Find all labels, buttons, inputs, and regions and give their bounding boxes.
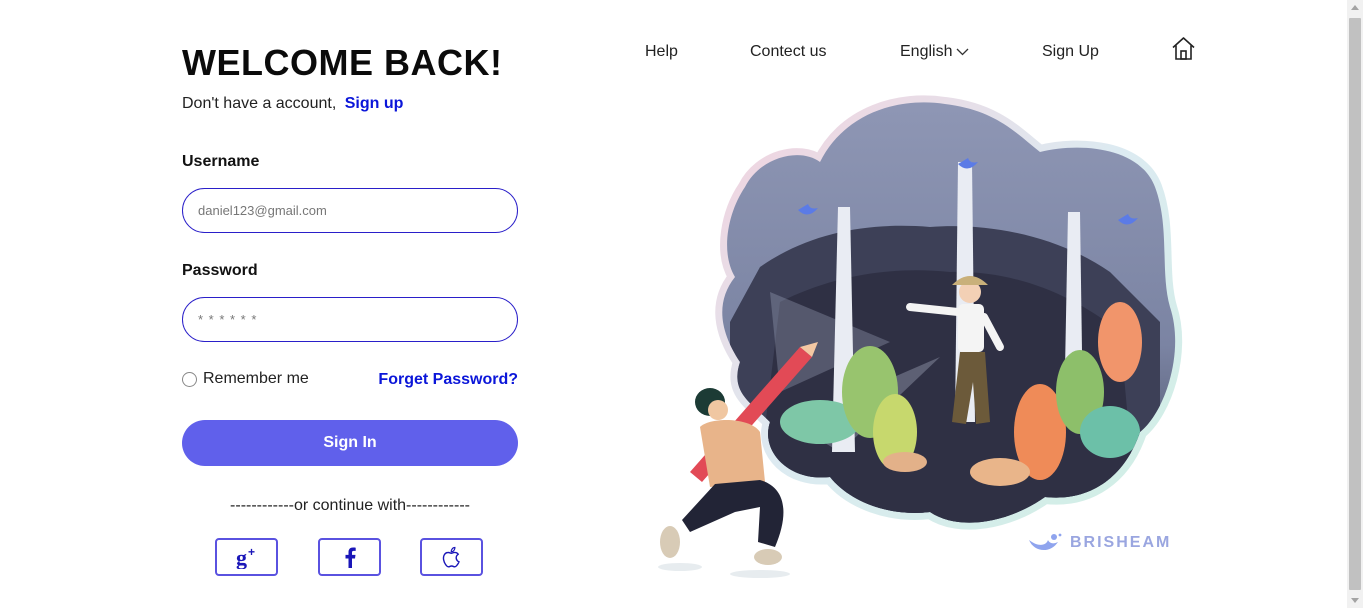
- apple-button[interactable]: [420, 538, 483, 576]
- scroll-down-arrow-icon[interactable]: [1351, 598, 1359, 603]
- vertical-scrollbar[interactable]: [1347, 0, 1363, 608]
- chevron-down-icon: [957, 48, 969, 56]
- password-label: Password: [182, 262, 258, 279]
- username-input[interactable]: [182, 188, 518, 233]
- language-select[interactable]: English: [900, 43, 969, 61]
- brand-name: BRISHEAM: [1070, 534, 1172, 551]
- username-label: Username: [182, 153, 260, 170]
- facebook-button[interactable]: [318, 538, 381, 576]
- svg-text:+: +: [248, 545, 255, 559]
- remember-radio[interactable]: [182, 371, 197, 387]
- scroll-thumb[interactable]: [1349, 18, 1361, 590]
- signup-prompt: Don't have a account, Sign up: [182, 95, 403, 113]
- google-plus-button[interactable]: g +: [215, 538, 278, 576]
- brand-logo: BRISHEAM: [1028, 532, 1171, 554]
- svg-text:g: g: [236, 545, 247, 569]
- nav-help[interactable]: Help: [645, 43, 678, 61]
- apple-icon: [442, 546, 460, 568]
- google-plus-icon: g +: [236, 545, 255, 569]
- home-icon[interactable]: [1170, 35, 1197, 62]
- nav-contact-us[interactable]: Contect us: [750, 43, 826, 61]
- nav-sign-up[interactable]: Sign Up: [1042, 43, 1099, 61]
- scroll-up-arrow-icon[interactable]: [1351, 5, 1359, 10]
- sign-in-button[interactable]: Sign In: [182, 420, 518, 466]
- language-label: English: [900, 43, 953, 60]
- remember-me[interactable]: Remember me: [182, 370, 309, 388]
- remember-label: Remember me: [203, 370, 309, 387]
- forest-explorer-illustration: [658, 95, 1183, 578]
- bird-icon: [1029, 533, 1062, 551]
- login-page: WELCOME BACK! Don't have a account, Sign…: [0, 0, 1363, 608]
- page-title: WELCOME BACK!: [182, 42, 503, 83]
- continue-with-divider: ------------or continue with------------: [230, 497, 470, 514]
- signup-link[interactable]: Sign up: [345, 95, 404, 112]
- forgot-password-link[interactable]: Forget Password?: [378, 371, 518, 389]
- password-input[interactable]: [182, 297, 518, 342]
- facebook-icon: [345, 547, 356, 568]
- no-account-text: Don't have a account,: [182, 95, 337, 112]
